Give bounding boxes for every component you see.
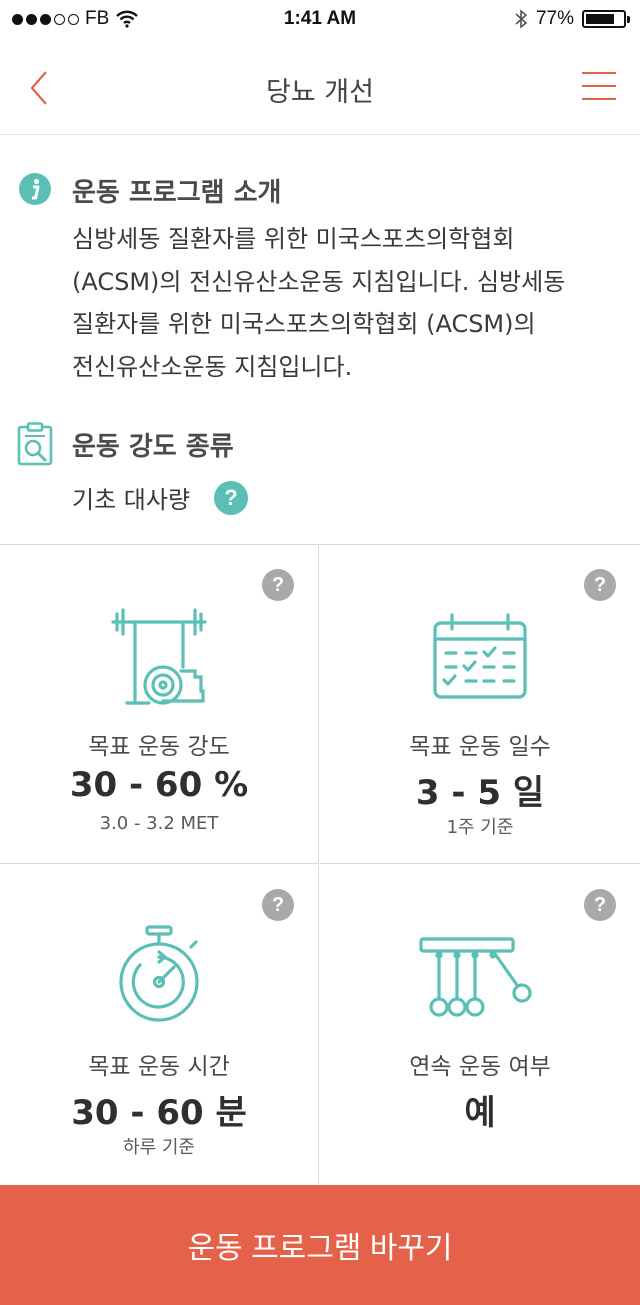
clipboard-search-icon [17,422,53,466]
card-sub: 1주 기준 [446,817,514,838]
help-icon[interactable]: ? [584,889,616,921]
intro-line: (ACSM)의 전신유산소운동 지침입니다. 심방세동 [72,267,566,296]
battery-percent: 77% [535,8,574,29]
bluetooth-icon [515,9,528,29]
card-label: 목표 운동 일수 [409,734,551,760]
intro-line: 전신유산소운동 지침입니다. [72,352,353,381]
card-sub: 하루 기준 [123,1137,195,1158]
intensity-type-title: 운동 강도 종류 [72,432,234,462]
goal-grid: ? 목표 운동 강도 30 - 60 % 3.0 - 3.2 MET ? 목표 … [0,544,640,1185]
card-label: 연속 운동 여부 [409,1054,551,1080]
intro-line: 질환자를 위한 미국스포츠의학협회 (ACSM)의 [72,310,536,338]
intensity-type-value: 기초 대사량 [72,486,191,514]
calendar-icon [433,613,527,699]
barbell-icon [111,608,207,705]
info-icon [19,173,51,205]
status-bar: FB 1:41 AM 77% [0,0,640,40]
stopwatch-icon [119,925,199,1022]
card-value: 30 - 60 % [69,765,249,805]
navigation-bar: 당뇨 개선 [0,40,640,135]
newtons-cradle-icon [419,937,532,1017]
card-value: 30 - 60 분 [71,1093,247,1133]
goal-card-days: ? 목표 운동 일수 3 - 5 일 1주 기준 [320,545,640,864]
goal-card-intensity: ? 목표 운동 강도 30 - 60 % 3.0 - 3.2 MET [0,545,319,864]
help-icon[interactable]: ? [262,569,294,601]
page-title: 당뇨 개선 [266,77,374,108]
intro-title: 운동 프로그램 소개 [72,178,282,208]
goal-card-time: ? 목표 운동 시간 30 - 60 분 하루 기준 [0,865,319,1184]
help-icon[interactable]: ? [262,889,294,921]
card-value: 3 - 5 일 [415,773,545,813]
card-value: 예 [464,1093,496,1133]
battery-icon [582,10,630,28]
goal-card-continuous: ? 연속 운동 여부 예 [320,865,640,1184]
menu-button[interactable] [582,72,616,102]
hamburger-icon [582,72,616,100]
card-label: 목표 운동 강도 [88,734,230,760]
card-sub: 3.0 - 3.2 MET [99,813,219,834]
card-label: 목표 운동 시간 [88,1054,230,1080]
help-icon[interactable]: ? [584,569,616,601]
intro-line: 심방세동 질환자를 위한 미국스포츠의학협회 [72,225,515,253]
intro-body: 심방세동 질환자를 위한 미국스포츠의학협회 (ACSM)의 전신유산소운동 지… [72,218,622,388]
help-icon[interactable]: ? [214,480,249,515]
change-program-button[interactable]: 운동 프로그램 바꾸기 [0,1185,640,1305]
